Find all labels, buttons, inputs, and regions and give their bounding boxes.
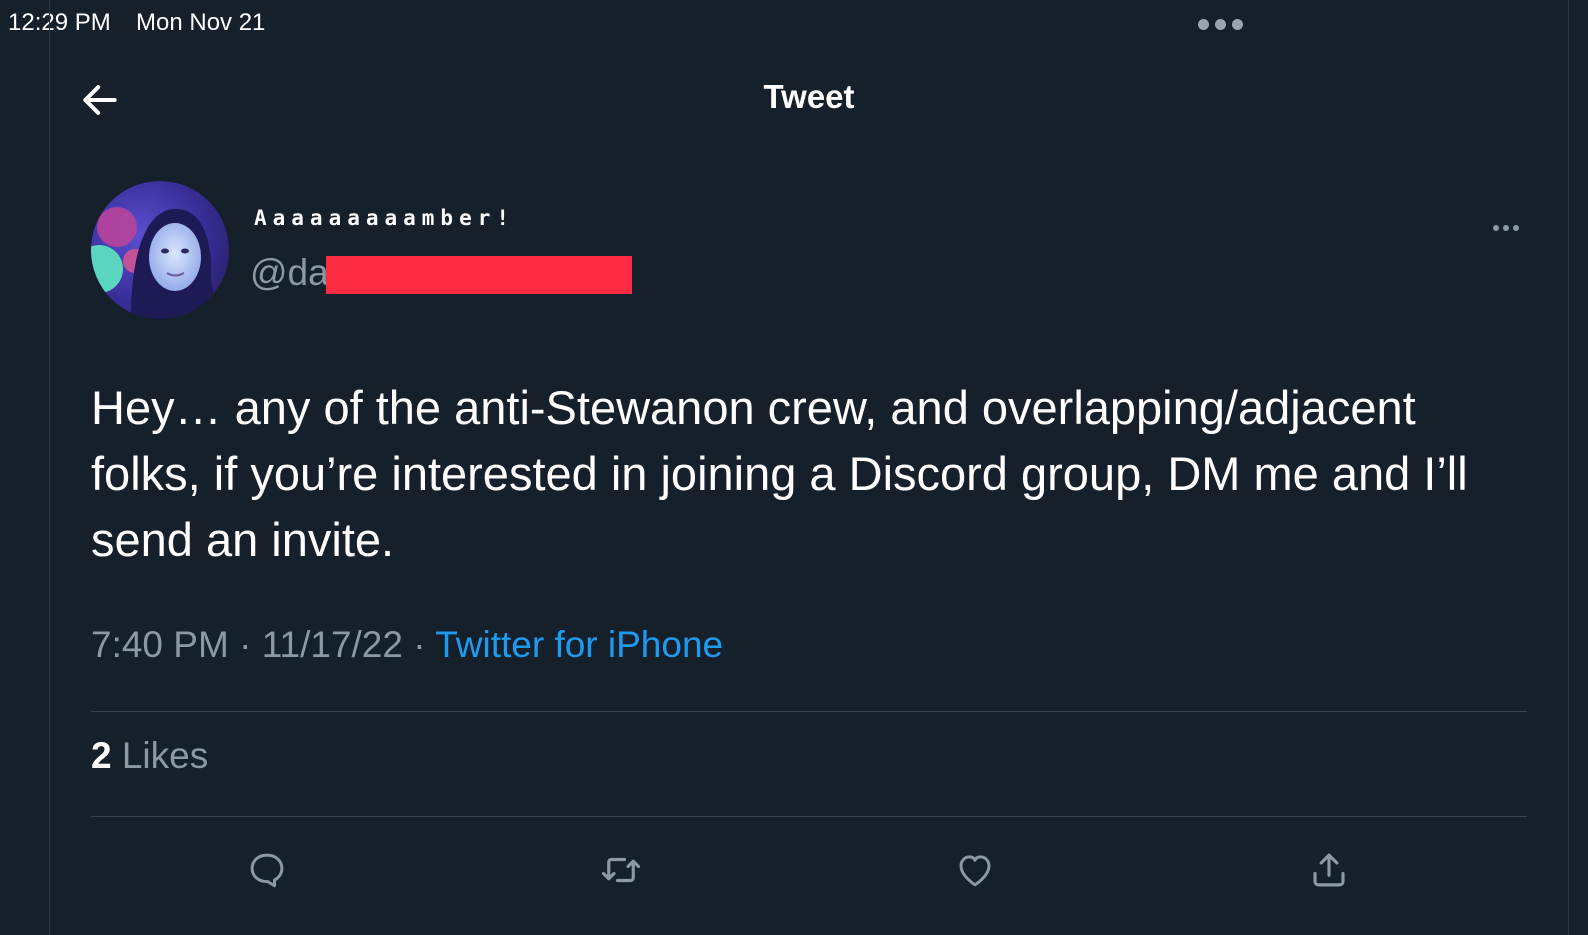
status-date: Mon Nov 21 (136, 9, 266, 36)
like-icon (959, 855, 991, 887)
right-divider (1568, 0, 1569, 935)
status-bar: 12:29 PM Mon Nov 21 (0, 0, 1588, 48)
display-name[interactable]: Aaaaaaaaamber! (254, 206, 515, 230)
likes-label: Likes (121, 735, 209, 776)
tweet-meta: 7:40 PM · 11/17/22 · Twitter for iPhone (91, 624, 723, 666)
profile-photo-image (91, 181, 229, 319)
meta-separator: · (239, 624, 252, 665)
user-handle[interactable]: @da (250, 252, 329, 293)
likes-count: 2 (91, 735, 112, 776)
meta-separator: · (413, 624, 426, 665)
likes-stat[interactable]: 2 Likes (91, 735, 208, 777)
share-button[interactable] (1299, 840, 1359, 900)
tweet-action-bar (91, 840, 1527, 900)
status-time: 12:29 PM (8, 9, 111, 36)
redaction-bar (326, 256, 632, 294)
like-button[interactable] (945, 840, 1005, 900)
divider (91, 711, 1527, 712)
reply-button[interactable] (237, 840, 297, 900)
retweet-icon (601, 857, 641, 883)
more-dots-icon (1493, 225, 1499, 231)
page-title: Tweet (763, 78, 855, 115)
more-options-button[interactable] (1493, 218, 1525, 238)
tweet-text: Hey… any of the anti-Stewanon crew, and … (91, 381, 1468, 566)
share-icon (1313, 853, 1345, 887)
reply-icon (250, 853, 284, 888)
tweet-source-link[interactable]: Twitter for iPhone (435, 624, 723, 665)
avatar[interactable] (91, 181, 229, 319)
left-divider (49, 0, 50, 935)
retweet-button[interactable] (591, 840, 651, 900)
handle-row: @da (250, 252, 632, 294)
nav-header: Tweet (50, 60, 1568, 140)
multitask-menu-icon[interactable] (1198, 19, 1243, 30)
divider (91, 816, 1527, 817)
tweet-date: 11/17/22 (261, 624, 403, 665)
tweet-time: 7:40 PM (91, 624, 229, 665)
